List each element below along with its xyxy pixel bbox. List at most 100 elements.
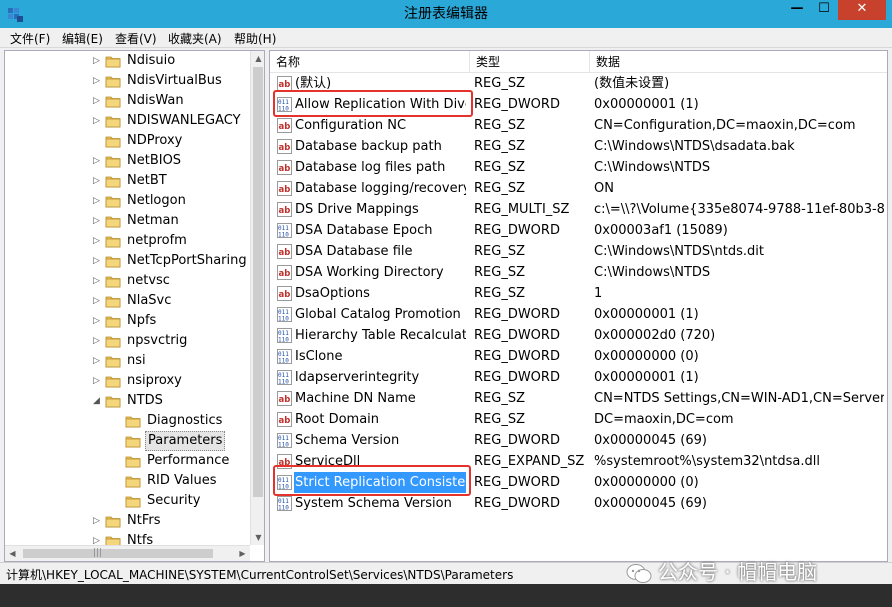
menu-file[interactable]: 文件(F) (10, 30, 50, 47)
value-row[interactable]: ab Database logging/recovery REG_SZ ON (270, 178, 887, 199)
expand-arrow-icon[interactable]: ▷ (93, 156, 101, 166)
tree-item-label[interactable]: NDProxy (125, 131, 184, 151)
expand-arrow-icon[interactable]: ▷ (93, 76, 101, 86)
maximize-button[interactable]: ☐ (811, 0, 837, 20)
value-row[interactable]: 011 110 System Schema Version REG_DWORD 0x00… (270, 493, 887, 514)
value-row[interactable]: 011 110 Hierarchy Table Recalculati... REG_… (270, 325, 887, 346)
registry-tree[interactable]: ▷ Ntfs ▷ NtFrs Security RID Values Performance… (4, 50, 265, 562)
tree-item-label[interactable]: nsiproxy (125, 371, 184, 391)
expand-arrow-icon[interactable]: ▷ (93, 196, 101, 206)
tree-item-label[interactable]: Diagnostics (145, 411, 224, 431)
svg-text:ab: ab (279, 290, 291, 300)
column-header-name[interactable]: 名称 (270, 51, 470, 73)
folder-icon (105, 54, 121, 68)
expand-arrow-icon[interactable]: ▷ (93, 256, 101, 266)
tree-item-label[interactable]: NDISWANLEGACY (125, 111, 243, 131)
value-name: DSA Working Directory (295, 265, 444, 280)
tree-item-label[interactable]: NtFrs (125, 511, 162, 531)
expand-arrow-icon[interactable]: ▷ (93, 216, 101, 226)
folder-icon (105, 174, 121, 188)
expand-arrow-icon[interactable]: ▷ (93, 336, 101, 346)
tree-item-label[interactable]: NlaSvc (125, 291, 173, 311)
value-row[interactable]: ab DSA Database file REG_SZ C:\Windows\NTDS… (270, 241, 887, 262)
scroll-up-arrow-icon[interactable]: ▲ (251, 51, 264, 66)
value-row[interactable]: ab Machine DN Name REG_SZ CN=NTDS Settings,… (270, 388, 887, 409)
value-row[interactable]: 011 110 IsClone REG_DWORD 0x00000000 (0) (270, 346, 887, 367)
value-name: Global Catalog Promotion ... (295, 307, 466, 322)
tree-item-label[interactable]: Ndisuio (125, 51, 177, 71)
tree-item-label[interactable]: Npfs (125, 311, 158, 331)
value-row[interactable]: 011 110 ldapserverintegrity REG_DWORD 0x0000… (270, 367, 887, 388)
folder-icon (105, 114, 121, 128)
expand-arrow-icon[interactable]: ▷ (93, 276, 101, 286)
tree-item-label[interactable]: NTDS (125, 391, 165, 411)
value-name: Database log files path (295, 160, 446, 175)
tree-item-label[interactable]: Parameters (145, 431, 226, 451)
value-type: REG_MULTI_SZ (474, 202, 570, 217)
tree-vertical-scrollbar[interactable]: ▲ ▼ (250, 51, 264, 545)
expand-arrow-icon[interactable]: ▷ (93, 296, 101, 306)
value-row[interactable]: ab Database backup path REG_SZ C:\Windows\N… (270, 136, 887, 157)
annotation-box-allow-replication (273, 90, 473, 117)
tree-horizontal-scrollbar[interactable]: ◀ ||| ▶ (5, 545, 250, 561)
menu-edit[interactable]: 编辑(E) (62, 30, 103, 47)
menu-favorites[interactable]: 收藏夹(A) (168, 30, 222, 47)
binary-value-icon: 011 110 (277, 223, 292, 239)
folder-icon (105, 314, 121, 328)
close-button[interactable]: ✕ (838, 0, 886, 20)
value-row[interactable]: ab Database log files path REG_SZ C:\Window… (270, 157, 887, 178)
expand-arrow-icon[interactable]: ▷ (93, 96, 101, 106)
value-row[interactable]: ab Root Domain REG_SZ DC=maoxin,DC=com (270, 409, 887, 430)
tree-item-label[interactable]: nsi (125, 351, 148, 371)
tree-item-label[interactable]: Security (145, 491, 202, 511)
collapse-arrow-icon[interactable]: ◢ (93, 396, 101, 406)
tree-item-label[interactable]: netvsc (125, 271, 172, 291)
scroll-left-arrow-icon[interactable]: ◀ (5, 546, 20, 561)
value-data: ON (594, 181, 614, 196)
expand-arrow-icon[interactable]: ▷ (93, 516, 101, 526)
value-row[interactable]: ab DsaOptions REG_SZ 1 (270, 283, 887, 304)
value-name: Database backup path (295, 139, 442, 154)
scroll-thumb[interactable] (253, 67, 263, 497)
column-header-data[interactable]: 数据 (590, 51, 887, 73)
expand-arrow-icon[interactable]: ▷ (93, 116, 101, 126)
tree-item-label[interactable]: NetTcpPortSharing (125, 251, 249, 271)
tree-item-label[interactable]: NetBT (125, 171, 169, 191)
expand-arrow-icon[interactable]: ▷ (93, 236, 101, 246)
expand-arrow-icon[interactable]: ▷ (93, 356, 101, 366)
tree-item-label[interactable]: Performance (145, 451, 231, 471)
scroll-thumb-horizontal[interactable] (23, 549, 213, 558)
value-type: REG_DWORD (474, 496, 560, 511)
expand-arrow-icon[interactable]: ▷ (93, 56, 101, 66)
tree-item-label[interactable]: Netlogon (125, 191, 188, 211)
scroll-down-arrow-icon[interactable]: ▼ (251, 530, 264, 545)
tree-item-label[interactable]: NdisWan (125, 91, 186, 111)
menu-view[interactable]: 查看(V) (115, 30, 157, 47)
tree-item-label[interactable]: NdisVirtualBus (125, 71, 224, 91)
window-title: 注册表编辑器 (404, 6, 488, 22)
column-header-type[interactable]: 类型 (470, 51, 590, 73)
menu-bar: 文件(F) 编辑(E) 查看(V) 收藏夹(A) 帮助(H) (0, 28, 892, 48)
value-row[interactable]: 011 110 DSA Database Epoch REG_DWORD 0x00003… (270, 220, 887, 241)
folder-icon (105, 74, 121, 88)
value-row[interactable]: ab Configuration NC REG_SZ CN=Configuration… (270, 115, 887, 136)
minimize-button[interactable]: — (784, 0, 810, 20)
string-value-icon: ab (277, 181, 292, 196)
wechat-icon (626, 563, 652, 583)
value-row[interactable]: ab DSA Working Directory REG_SZ C:\Windows\… (270, 262, 887, 283)
tree-item-label[interactable]: npsvctrig (125, 331, 189, 351)
tree-item-label[interactable]: netprofm (125, 231, 189, 251)
expand-arrow-icon[interactable]: ▷ (93, 316, 101, 326)
tree-item-label[interactable]: RID Values (145, 471, 218, 491)
registry-path: 计算机\HKEY_LOCAL_MACHINE\SYSTEM\CurrentCon… (6, 568, 514, 582)
menu-help[interactable]: 帮助(H) (234, 30, 276, 47)
value-name: DS Drive Mappings (295, 202, 419, 217)
tree-item-label[interactable]: NetBIOS (125, 151, 183, 171)
value-row[interactable]: 011 110 Global Catalog Promotion ... REG_DW… (270, 304, 887, 325)
expand-arrow-icon[interactable]: ▷ (93, 176, 101, 186)
value-row[interactable]: ab DS Drive Mappings REG_MULTI_SZ c:\=\\?\V… (270, 199, 887, 220)
tree-item-label[interactable]: Netman (125, 211, 181, 231)
scroll-right-arrow-icon[interactable]: ▶ (235, 546, 250, 561)
value-row[interactable]: 011 110 Schema Version REG_DWORD 0x00000045 … (270, 430, 887, 451)
expand-arrow-icon[interactable]: ▷ (93, 376, 101, 386)
